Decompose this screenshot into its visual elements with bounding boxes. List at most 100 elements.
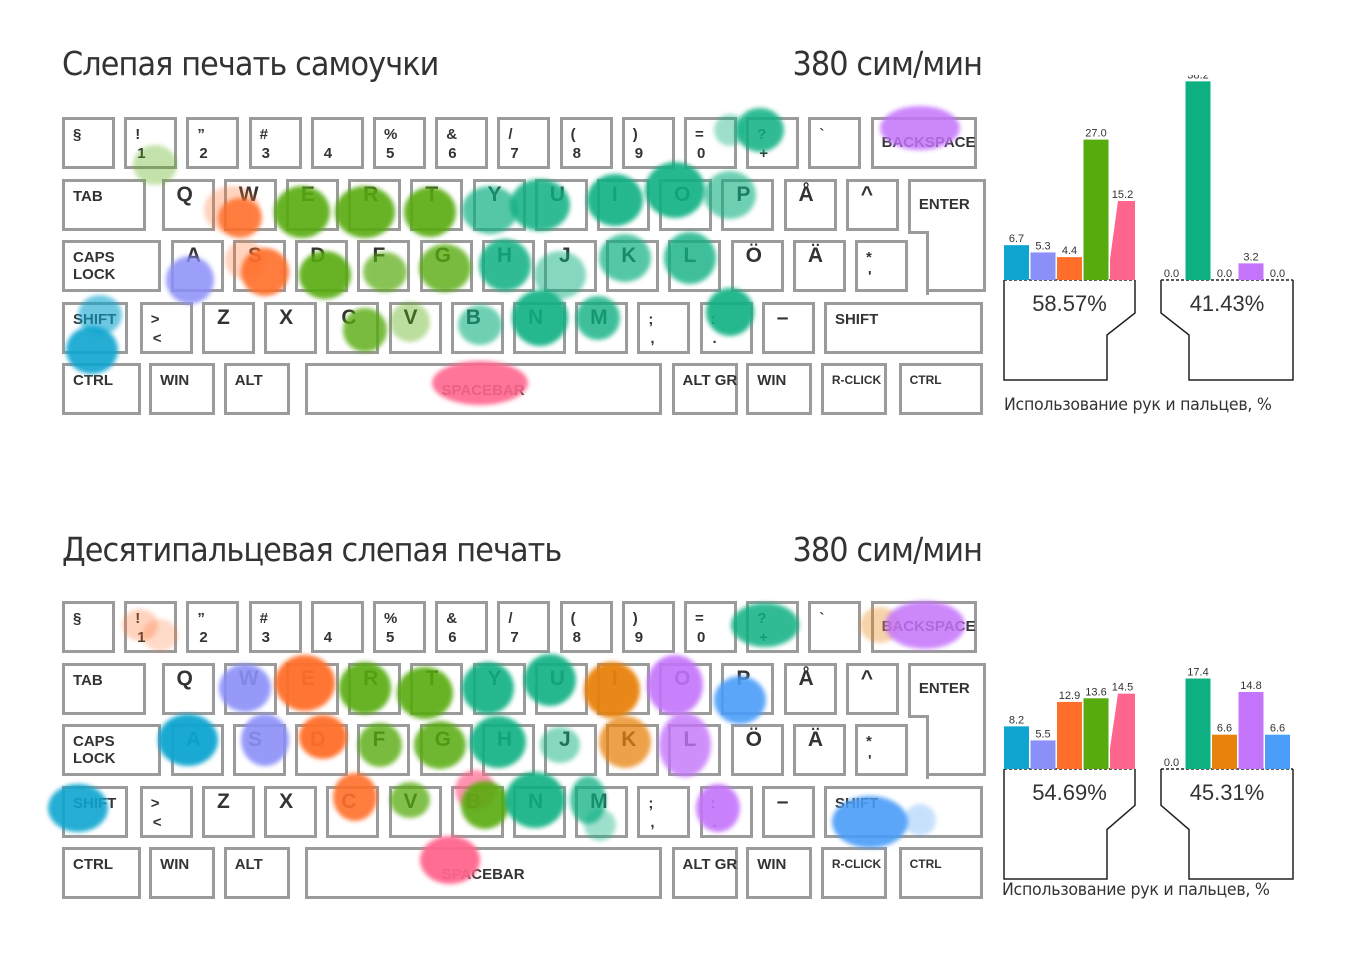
key-label: I (611, 182, 618, 206)
key-x: X (264, 301, 318, 354)
key-k: K (606, 724, 660, 776)
key-backspace: BACKSPACE (870, 117, 977, 169)
key-%: % 5 (373, 117, 426, 169)
key-label: B (465, 789, 481, 813)
key-=: = 0 (684, 117, 737, 169)
bar-left-index (1083, 139, 1109, 280)
key-label: ” (197, 126, 205, 143)
key-ctrl: CTRL (898, 847, 983, 899)
key-label: Y (487, 182, 502, 206)
key-enter: ENTER (907, 178, 986, 295)
bar-label-left-pinky: 6.7 (1009, 233, 1024, 245)
key-label: Å (798, 666, 814, 690)
key-(: (8 (559, 117, 613, 169)
key-b: B (450, 301, 504, 354)
key-å: Å (783, 662, 837, 715)
key-label: ENTER (918, 679, 970, 697)
key-caps-lock: CAPS LOCK (62, 240, 161, 292)
key-w: W (223, 662, 277, 715)
key-label: S (248, 728, 263, 751)
key-label: SPACEBAR (441, 382, 525, 399)
key-label: G (434, 728, 451, 751)
key-label: = (695, 610, 704, 627)
key-label: J (559, 728, 571, 751)
key-shift: SHIFT (823, 785, 983, 838)
key-label: SHIFT (73, 794, 117, 812)
key-l: L (668, 724, 722, 776)
key-label: SPACEBAR (441, 866, 525, 883)
key-ä: Ä (792, 240, 846, 292)
key-–: – (761, 301, 815, 354)
bar-label-left-middle: 12.9 (1059, 690, 1080, 702)
key-label: W (238, 182, 259, 206)
key-r: R (348, 178, 402, 231)
key-sublabel: 7 (510, 145, 519, 162)
key-q: Q (161, 662, 215, 715)
key-label: V (403, 305, 418, 329)
key-j: J (544, 240, 598, 292)
key-label: E (300, 182, 315, 206)
key-label: ! (135, 610, 141, 627)
left-hand-percentage: 54.69% (1032, 780, 1107, 805)
key-label: – (776, 789, 789, 813)
key-sublabel: 1 (137, 629, 146, 646)
key-§: § (62, 117, 115, 169)
key-v: V (388, 301, 442, 354)
key-blank: 4 (310, 601, 364, 653)
key-ctrl: CTRL (898, 363, 983, 415)
key-label: CAPS LOCK (73, 733, 116, 767)
key-alt-gr: ALT GR (671, 363, 738, 415)
key-label: L (683, 728, 697, 751)
key-s: S (233, 724, 287, 776)
key-sublabel: 9 (634, 145, 644, 162)
key-sublabel: 4 (323, 629, 333, 646)
bar-label-left-thumb: 14.5 (1112, 682, 1133, 694)
key-win: WIN (746, 847, 813, 899)
key-sublabel: 3 (261, 629, 270, 646)
bar-label-right-middle: 6.6 (1217, 723, 1232, 735)
key-q: Q (161, 178, 215, 231)
key-sublabel: 6 (448, 145, 457, 162)
key-label: E (300, 666, 315, 690)
key-#: #3 (248, 117, 302, 169)
key-label: X (279, 305, 294, 329)
key-sublabel: 6 (448, 629, 457, 646)
key-i: I (596, 178, 650, 231)
key-sublabel: 0 (697, 629, 706, 646)
key-label: SHIFT (834, 310, 879, 328)
key-l: L (668, 240, 722, 292)
key-sublabel: + (759, 145, 768, 162)
key-label: % (384, 610, 398, 627)
key-label: WIN (757, 856, 787, 873)
key-sublabel: ' (868, 752, 872, 769)
key-/: /7 (497, 117, 551, 169)
key-h: H (481, 724, 535, 776)
key-label: Ä (807, 244, 824, 267)
key-p: P (721, 662, 775, 715)
bar-left-thumb (1110, 693, 1135, 769)
key-label: V (403, 789, 418, 813)
key-!: ! 1 (124, 601, 178, 653)
key-label: ) (632, 126, 638, 143)
key-label: F (372, 728, 386, 751)
key-c: C (326, 301, 380, 354)
key-y: Y (472, 178, 526, 231)
key-label: / (508, 126, 513, 143)
key-tab: TAB (62, 662, 146, 715)
key-label: H (496, 728, 513, 751)
key-shift: SHIFT (62, 301, 128, 354)
key-m: M (575, 301, 629, 354)
key-blank: 4 (310, 117, 364, 169)
key-label: WIN (160, 856, 190, 873)
key-z: Z (201, 301, 255, 354)
key-label: ALT (234, 856, 263, 873)
bar-label-right-index: 38.2 (1187, 75, 1208, 81)
key-label: & (446, 610, 458, 627)
key-spacebar: SPACEBAR (304, 363, 662, 415)
bar-right-index (1185, 678, 1211, 769)
key-label: ENTER (918, 195, 970, 213)
key-sublabel: 2 (199, 145, 208, 162)
bar-label-right-thumb: 0.0 (1164, 268, 1179, 280)
key-j: J (544, 724, 598, 776)
key-h: H (481, 240, 535, 292)
